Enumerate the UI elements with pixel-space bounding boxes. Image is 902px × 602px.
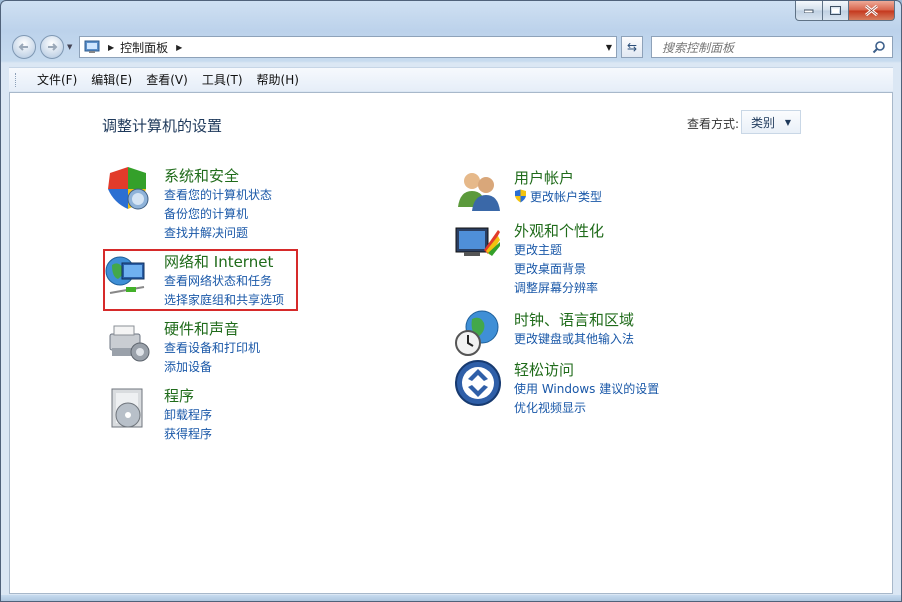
category-title[interactable]: 时钟、语言和区域 bbox=[514, 309, 634, 330]
close-icon bbox=[865, 5, 878, 16]
category-title[interactable]: 外观和个性化 bbox=[514, 220, 604, 241]
forward-button[interactable] bbox=[40, 35, 64, 59]
menu-bar: 文件(F) 编辑(E) 查看(V) 工具(T) 帮助(H) bbox=[9, 67, 893, 91]
category-title[interactable]: 程序 bbox=[164, 385, 194, 406]
search-box[interactable] bbox=[651, 36, 893, 58]
breadcrumb-control-panel[interactable]: 控制面板 bbox=[120, 39, 168, 56]
caption-buttons bbox=[795, 1, 895, 21]
refresh-icon: ⇆ bbox=[626, 40, 638, 54]
menu-file[interactable]: 文件(F) bbox=[30, 69, 84, 90]
category-title[interactable]: 用户帐户 bbox=[514, 167, 574, 188]
menu-help[interactable]: 帮助(H) bbox=[250, 69, 306, 90]
uac-shield-icon bbox=[515, 189, 526, 203]
window-bottom-border bbox=[1, 595, 901, 601]
programs-icon bbox=[111, 388, 143, 428]
control-panel-icon bbox=[84, 40, 100, 53]
link-change-desktop-background[interactable]: 更改桌面背景 bbox=[514, 260, 598, 279]
view-by-dropdown[interactable]: 类别 ▼ bbox=[741, 110, 801, 134]
search-icon[interactable] bbox=[872, 40, 886, 54]
menu-grip bbox=[15, 72, 22, 87]
back-arrow-icon bbox=[18, 43, 28, 51]
link-windows-recommended-settings[interactable]: 使用 Windows 建议的设置 bbox=[514, 380, 659, 399]
page-title: 调整计算机的设置 bbox=[102, 117, 223, 135]
link-change-account-type-label: 更改帐户类型 bbox=[530, 190, 603, 204]
content-pane: 调整计算机的设置 查看方式: 类别 ▼ 系统和安全 查看您的计算机状态 备份您的… bbox=[9, 92, 893, 594]
highlight-box bbox=[103, 249, 298, 311]
minimize-icon bbox=[804, 9, 814, 13]
back-button[interactable] bbox=[12, 35, 36, 59]
menu-edit[interactable]: 编辑(E) bbox=[84, 69, 139, 90]
link-change-input-method[interactable]: 更改键盘或其他输入法 bbox=[514, 330, 634, 349]
breadcrumb-chevron-icon[interactable]: ▶ bbox=[176, 43, 182, 52]
menu-tools[interactable]: 工具(T) bbox=[195, 69, 250, 90]
category-title[interactable]: 轻松访问 bbox=[514, 359, 574, 380]
search-input[interactable] bbox=[660, 38, 864, 58]
link-adjust-resolution[interactable]: 调整屏幕分辨率 bbox=[514, 279, 598, 298]
forward-arrow-icon bbox=[48, 43, 58, 51]
address-bar[interactable]: ▶ 控制面板 ▶ ▼ bbox=[79, 36, 617, 58]
view-by-label: 查看方式: bbox=[687, 117, 740, 131]
link-get-programs[interactable]: 获得程序 bbox=[164, 425, 212, 444]
close-button[interactable] bbox=[849, 1, 895, 21]
system-security-icon bbox=[108, 167, 149, 210]
link-add-device[interactable]: 添加设备 bbox=[164, 358, 260, 377]
link-uninstall-program[interactable]: 卸载程序 bbox=[164, 406, 212, 425]
clock-language-icon bbox=[455, 310, 499, 356]
link-backup-computer[interactable]: 备份您的计算机 bbox=[164, 205, 272, 224]
control-panel-window: ▼ ▶ 控制面板 ▶ ▼ ⇆ 文件(F) 编辑(E) 查看(V) 工具(T) 帮… bbox=[0, 0, 902, 602]
breadcrumb-chevron-icon[interactable]: ▶ bbox=[108, 43, 114, 52]
view-by-value: 类别 bbox=[751, 115, 776, 130]
maximize-icon bbox=[830, 6, 841, 15]
menu-view[interactable]: 查看(V) bbox=[139, 69, 195, 90]
maximize-button[interactable] bbox=[823, 1, 849, 21]
address-dropdown-icon[interactable]: ▼ bbox=[606, 43, 612, 52]
category-title[interactable]: 系统和安全 bbox=[164, 165, 239, 186]
user-accounts-icon bbox=[458, 173, 500, 211]
hardware-sound-icon bbox=[109, 325, 150, 362]
link-optimize-video-display[interactable]: 优化视频显示 bbox=[514, 399, 659, 418]
minimize-button[interactable] bbox=[795, 1, 823, 21]
link-view-computer-status[interactable]: 查看您的计算机状态 bbox=[164, 186, 272, 205]
category-title[interactable]: 硬件和声音 bbox=[164, 318, 239, 339]
ease-of-access-icon bbox=[455, 360, 501, 406]
appearance-icon bbox=[455, 227, 500, 256]
link-change-theme[interactable]: 更改主题 bbox=[514, 241, 598, 260]
link-change-account-type[interactable]: 更改帐户类型 bbox=[514, 188, 602, 207]
link-troubleshoot[interactable]: 查找并解决问题 bbox=[164, 224, 272, 243]
recent-pages-chevron-icon[interactable]: ▼ bbox=[67, 43, 72, 51]
chevron-down-icon: ▼ bbox=[784, 118, 791, 127]
refresh-button[interactable]: ⇆ bbox=[621, 36, 643, 58]
link-devices-printers[interactable]: 查看设备和打印机 bbox=[164, 339, 260, 358]
